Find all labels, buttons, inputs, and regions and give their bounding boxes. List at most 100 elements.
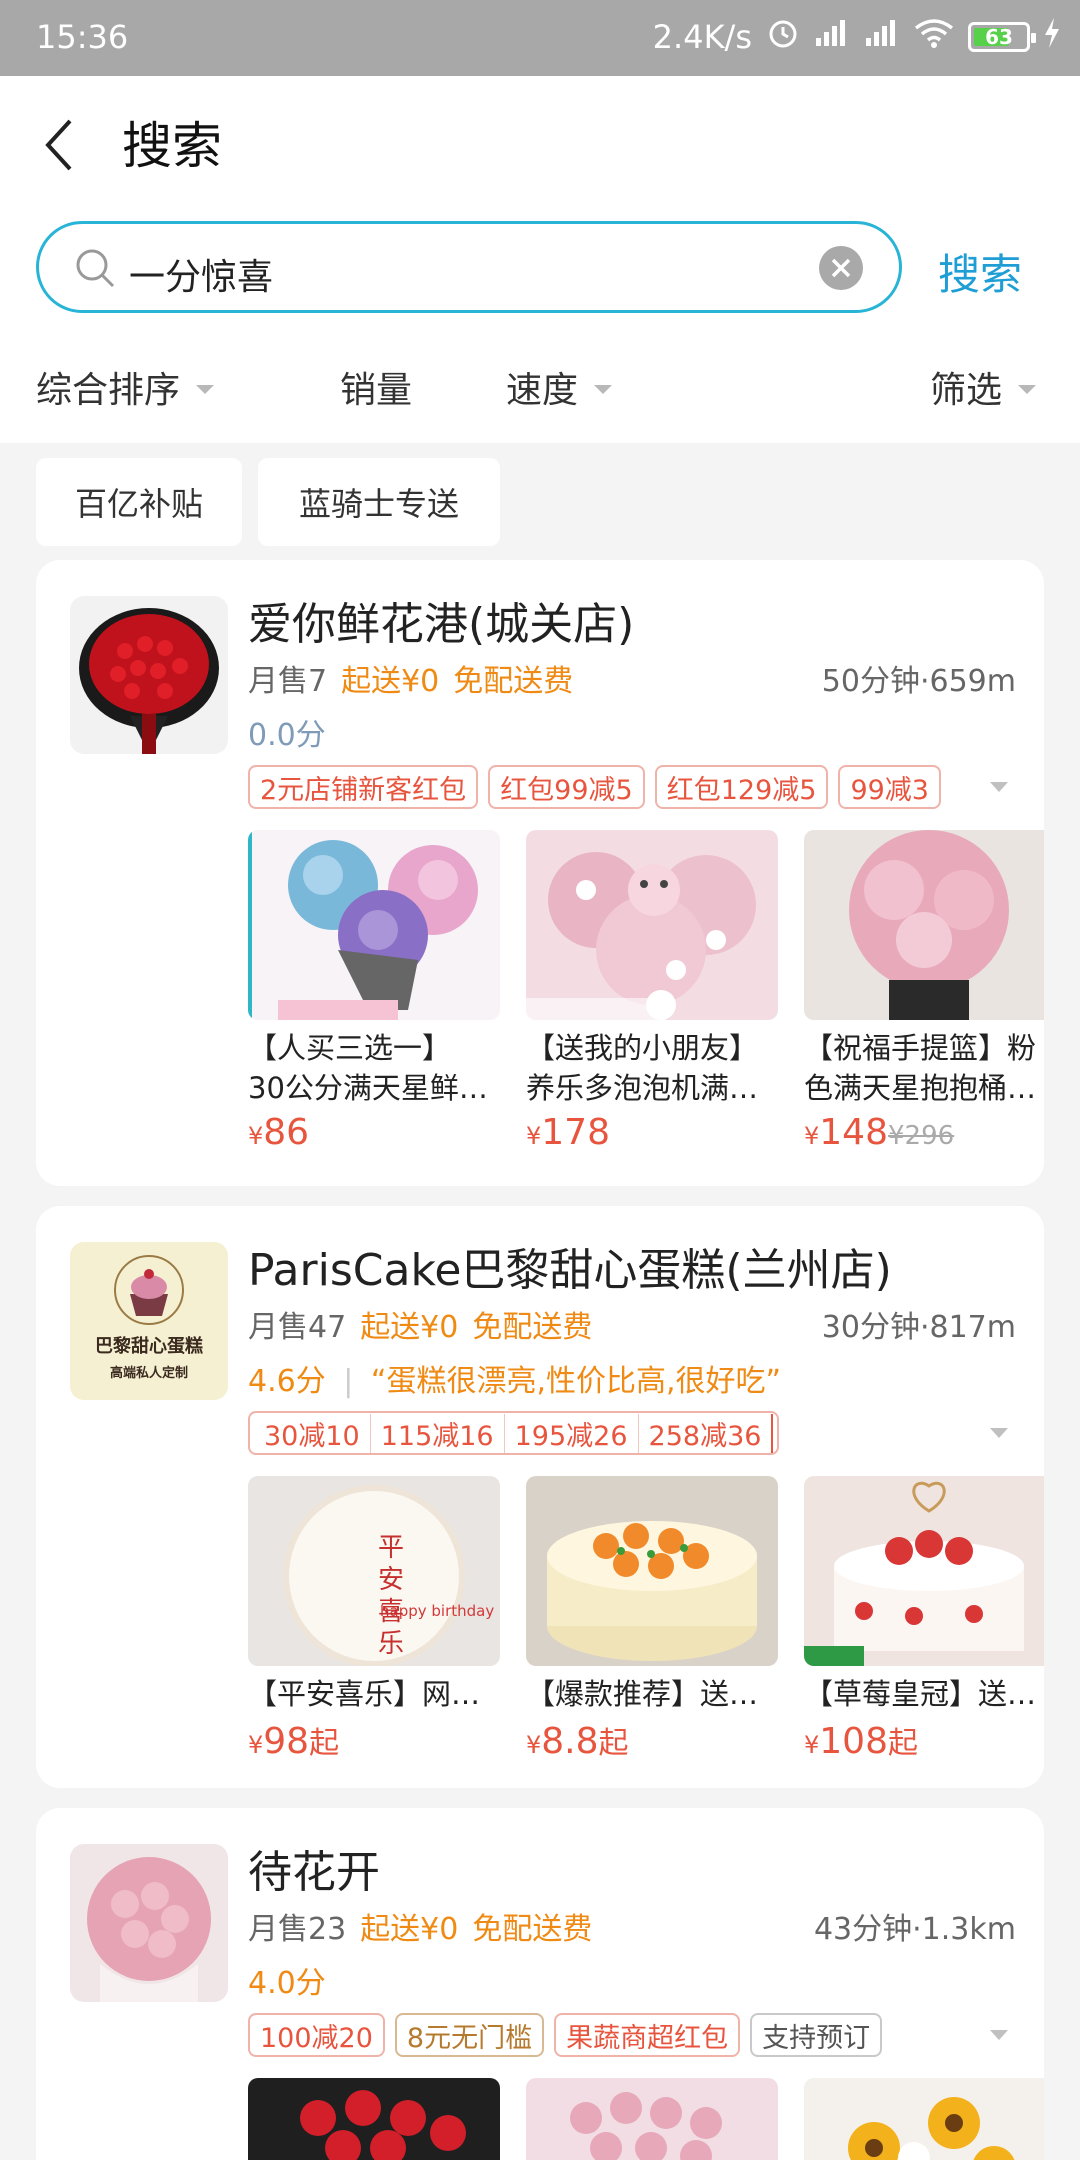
min-order: 起送¥0 [341, 664, 440, 699]
battery-icon: 63 [968, 22, 1036, 52]
promo-tag: 红包129减5 [654, 765, 829, 809]
logo-text: 巴黎甜心蛋糕 [95, 1336, 203, 1357]
promo-tags: 100减20 8元无门槛 果蔬商超红包 支持预订 [248, 2013, 883, 2057]
dropdown-icon [594, 384, 613, 394]
sort-speed[interactable]: 速度 [506, 361, 613, 413]
price-value: 148 [819, 1112, 888, 1153]
shop-name: 待花开 [248, 1847, 380, 1898]
promo-tag: 2元店铺新客红包 [248, 765, 479, 809]
shop-card[interactable]: 待花开 月售23 起送¥0 免配送费 43分钟·1.3km 4.0分 100减20 … [36, 1808, 1044, 2160]
monthly-sales: 月售7 [248, 664, 328, 699]
product-item[interactable] [526, 2078, 778, 2160]
signal-icon-2 [864, 18, 900, 56]
promo-tag: 红包99减5 [488, 765, 645, 809]
promo-tag: 258减36 [639, 1413, 774, 1453]
product-image [248, 830, 500, 1020]
product-item[interactable]: 【人买三选一】 30公分满天星鲜… ¥86 [248, 830, 500, 1153]
cake-text: 平安喜乐 [377, 1533, 404, 1659]
product-title: 【草莓皇冠】送… [804, 1677, 1037, 1711]
shop-rating-row: 4.6分 | “蛋糕很漂亮,性价比高,很好吃” [248, 1356, 781, 1400]
product-image: happy birthday 平安喜乐 [248, 1476, 500, 1666]
shop-rating: 4.0分 [248, 1966, 326, 2001]
product-item[interactable]: 【祝福手提篮】粉 色满天星抱抱桶… ¥148¥296 [804, 830, 1044, 1153]
product-price: ¥178 [526, 1112, 778, 1153]
delivery-fee: 免配送费 [472, 1912, 593, 1947]
product-image [526, 830, 778, 1020]
product-price: ¥86 [248, 1112, 500, 1153]
product-list [248, 2078, 1044, 2160]
min-order: 起送¥0 [360, 1912, 459, 1947]
product-image [804, 1476, 1044, 1666]
search-input[interactable]: 一分惊喜 [36, 221, 902, 313]
price-value: 178 [541, 1112, 610, 1153]
product-title: 【爆款推荐】送… [526, 1677, 759, 1711]
currency-symbol: ¥ [248, 1122, 264, 1150]
price-suffix: 起 [888, 1726, 918, 1761]
shop-logo: 巴黎甜心蛋糕 高端私人定制 [70, 1242, 228, 1400]
min-order: 起送¥0 [360, 1310, 459, 1345]
product-item[interactable] [248, 2078, 500, 2160]
product-list: 【人买三选一】 30公分满天星鲜… ¥86 【送我的小朋友】 养乐多泡泡机满… … [248, 830, 1044, 1153]
expand-tags-icon[interactable] [990, 2030, 1008, 2040]
product-title: 【祝福手提篮】粉 [804, 1031, 1037, 1065]
currency-symbol: ¥ [526, 1122, 542, 1150]
wifi-icon [914, 18, 954, 56]
search-button[interactable]: 搜索 [938, 241, 1022, 302]
product-item[interactable]: happy birthday 平安喜乐 【平安喜乐】网… ¥98起 [248, 1476, 500, 1762]
battery-level: 63 [985, 25, 1013, 49]
network-speed: 2.4K/s [652, 18, 752, 56]
sort-speed-label: 速度 [506, 370, 579, 411]
expand-tags-icon[interactable] [990, 782, 1008, 792]
product-image [804, 2078, 1044, 2160]
shop-card[interactable]: 爱你鲜花港(城关店) 月售7 起送¥0 免配送费 50分钟·659m 0.0分 2元… [36, 560, 1044, 1186]
delivery-time-distance: 30分钟·817m [821, 1310, 1016, 1345]
product-title: 30公分满天星鲜… [248, 1071, 488, 1105]
sort-sales-label: 销量 [340, 370, 413, 411]
price-value: 108 [819, 1721, 888, 1762]
sort-sales[interactable]: 销量 [340, 361, 412, 413]
promo-tag: 30减10 [254, 1413, 371, 1453]
product-item[interactable] [804, 2078, 1044, 2160]
discount-tag-group: 30减10 115减16 195减26 258减36 [248, 1411, 780, 1455]
search-icon [73, 246, 117, 294]
promo-tag: 果蔬商超红包 [554, 2013, 741, 2057]
promo-tag: 8元无门槛 [394, 2013, 545, 2057]
divider: | [343, 1364, 354, 1399]
product-title: 【人买三选一】 [248, 1031, 452, 1065]
product-item[interactable]: 【送我的小朋友】 养乐多泡泡机满… ¥178 [526, 830, 778, 1153]
back-button[interactable] [36, 111, 86, 179]
price-value: 86 [263, 1112, 310, 1153]
clear-button[interactable] [819, 246, 863, 290]
product-title: 养乐多泡泡机满… [526, 1071, 759, 1105]
product-item[interactable]: 【草莓皇冠】送… ¥108起 [804, 1476, 1044, 1762]
filter-button[interactable]: 筛选 [930, 361, 1037, 413]
shop-logo [70, 596, 228, 754]
chip-blue-rider[interactable]: 蓝骑士专送 [258, 458, 500, 546]
product-price: ¥8.8起 [526, 1718, 778, 1762]
sort-comprehensive-label: 综合排序 [36, 370, 181, 411]
product-item[interactable]: 【爆款推荐】送… ¥8.8起 [526, 1476, 778, 1762]
sort-bar: 综合排序 销量 速度 筛选 [0, 361, 1080, 431]
signal-icon-1 [814, 18, 850, 56]
price-suffix: 起 [309, 1726, 340, 1761]
product-price: ¥108起 [804, 1718, 1044, 1762]
close-icon [831, 258, 851, 278]
monthly-sales: 月售47 [248, 1310, 347, 1345]
promo-tag: 99减3 [838, 765, 941, 809]
monthly-sales: 月售23 [248, 1912, 347, 1947]
expand-tags-icon[interactable] [990, 1428, 1008, 1438]
shop-name: 爱你鲜花港(城关店) [248, 599, 635, 650]
product-price: ¥148¥296 [804, 1112, 1044, 1153]
dropdown-icon [196, 384, 215, 394]
promo-tag: 195减26 [505, 1413, 639, 1453]
currency-symbol: ¥ [804, 1731, 820, 1759]
delivery-fee: 免配送费 [472, 1310, 593, 1345]
back-arrow-icon [45, 119, 72, 171]
status-time: 15:36 [36, 18, 129, 56]
product-image [526, 2078, 778, 2160]
currency-symbol: ¥ [804, 1122, 820, 1150]
shop-card[interactable]: 巴黎甜心蛋糕 高端私人定制 ParisCake巴黎甜心蛋糕(兰州店) 月售47 起… [36, 1206, 1044, 1788]
sort-comprehensive[interactable]: 综合排序 [36, 361, 215, 413]
shop-meta: 月售7 起送¥0 免配送费 [248, 656, 573, 700]
chip-subsidy[interactable]: 百亿补贴 [36, 458, 242, 546]
